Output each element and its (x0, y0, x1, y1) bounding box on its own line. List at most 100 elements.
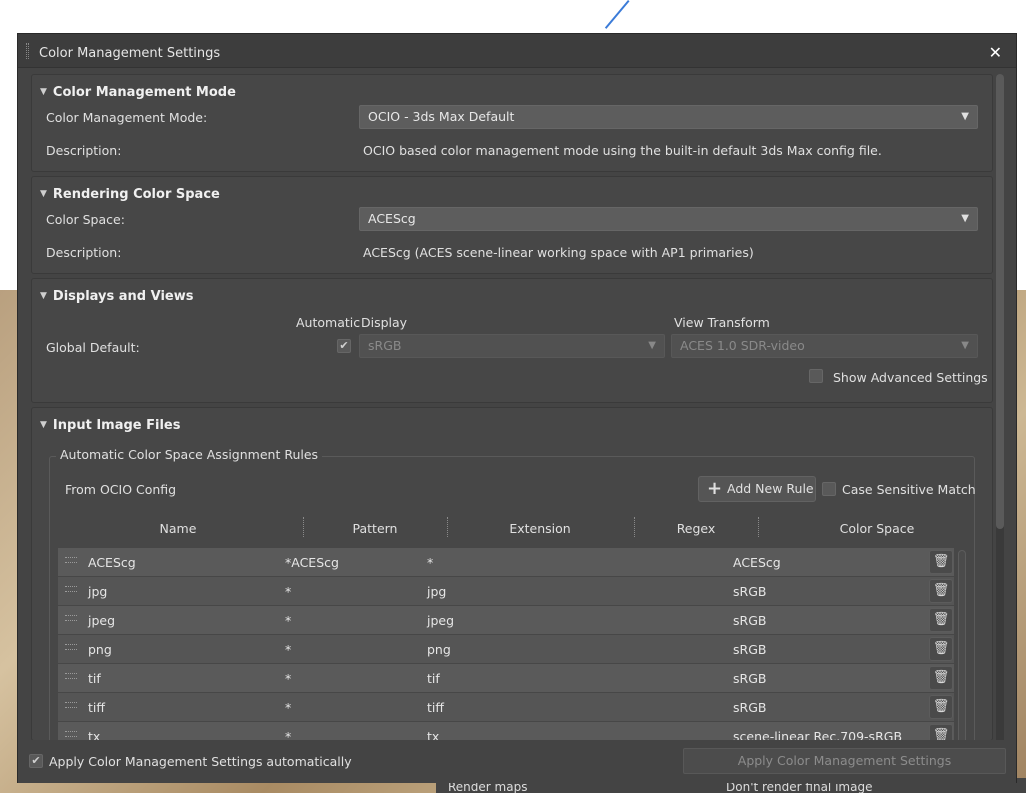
table-row[interactable]: png * png sRGB 🗑 (58, 635, 954, 664)
column-header-pattern[interactable]: Pattern (303, 521, 447, 536)
apply-settings-button[interactable]: Apply Color Management Settings (683, 748, 1006, 774)
mode-description-label: Description: (46, 143, 122, 158)
table-row[interactable]: jpeg * jpeg sRGB 🗑 (58, 606, 954, 635)
drag-handle-icon[interactable] (65, 615, 77, 621)
table-scrollbar[interactable] (958, 550, 966, 740)
automatic-column-header: Automatic (296, 315, 361, 330)
case-sensitive-checkbox[interactable] (822, 482, 836, 496)
rule-color-space: ACEScg (733, 555, 781, 570)
section-color-management-mode: ▼ Color Management Mode Color Management … (31, 74, 993, 172)
table-row[interactable]: ACEScg *ACEScg * ACEScg 🗑 (58, 548, 954, 577)
rule-extension: tiff (427, 700, 444, 715)
rule-name: jpg (88, 584, 108, 599)
rendering-description-value: ACEScg (ACES scene-linear working space … (363, 245, 754, 260)
section-title: Rendering Color Space (52, 187, 220, 202)
view-transform-dropdown[interactable]: ACES 1.0 SDR-video ▼ (671, 334, 978, 358)
rule-name: png (88, 642, 112, 657)
drag-grip-icon[interactable] (26, 43, 29, 59)
column-header-extension[interactable]: Extension (447, 521, 633, 536)
rule-name: ACEScg (88, 555, 136, 570)
rules-table-header: Name Pattern Extension Regex Color Space (58, 515, 958, 541)
color-management-dialog: Color Management Settings ✕ ▼ Color Manag… (17, 33, 1017, 783)
rule-pattern: * (285, 642, 292, 657)
section-input-image-files: ▼ Input Image Files Automatic Color Space… (31, 407, 993, 741)
mode-label: Color Management Mode: (46, 110, 208, 125)
drag-handle-icon[interactable] (65, 557, 77, 563)
rule-name: tif (88, 671, 101, 686)
drag-handle-icon[interactable] (65, 673, 77, 679)
section-rendering-color-space: ▼ Rendering Color Space Color Space: ACES… (31, 176, 993, 274)
from-ocio-config-label: From OCIO Config (65, 482, 177, 497)
rule-color-space: sRGB (733, 642, 767, 657)
mode-dropdown[interactable]: OCIO - 3ds Max Default ▼ (359, 105, 978, 129)
color-space-label: Color Space: (46, 212, 125, 227)
add-new-rule-button[interactable]: + Add New Rule (698, 476, 816, 502)
apply-automatically-checkbox[interactable]: ✔ (29, 754, 43, 768)
trash-icon[interactable]: 🗑 (929, 579, 953, 603)
rule-name: tiff (88, 700, 105, 715)
collapse-triangle-icon[interactable]: ▼ (40, 189, 47, 199)
drag-handle-icon[interactable] (65, 586, 77, 592)
collapse-triangle-icon[interactable]: ▼ (40, 291, 47, 301)
color-space-dropdown[interactable]: ACEScg ▼ (359, 207, 978, 231)
rule-extension: png (427, 642, 451, 657)
section-title: Displays and Views (52, 289, 194, 304)
trash-icon[interactable]: 🗑 (929, 666, 953, 690)
mode-dropdown-value: OCIO - 3ds Max Default (368, 109, 515, 124)
column-header-name[interactable]: Name (58, 521, 298, 536)
table-row[interactable]: tif * tif sRGB 🗑 (58, 664, 954, 693)
add-new-rule-label: Add New Rule (727, 481, 814, 496)
automatic-checkbox[interactable]: ✔ (337, 339, 351, 353)
rendering-description-label: Description: (46, 245, 122, 260)
rule-color-space: sRGB (733, 584, 767, 599)
column-header-regex[interactable]: Regex (634, 521, 758, 536)
column-header-color-space[interactable]: Color Space (758, 521, 992, 536)
section-title: Input Image Files (52, 418, 181, 433)
case-sensitive-label: Case Sensitive Match (842, 482, 976, 497)
drag-handle-icon[interactable] (65, 702, 77, 708)
table-row[interactable]: tiff * tiff sRGB 🗑 (58, 693, 954, 722)
section-header-displays[interactable]: ▼ Displays and Views (40, 289, 194, 304)
view-transform-dropdown-value: ACES 1.0 SDR-video (680, 338, 805, 353)
trash-icon[interactable]: 🗑 (929, 550, 953, 574)
chevron-down-icon: ▼ (961, 213, 969, 224)
trash-icon[interactable]: 🗑 (929, 608, 953, 632)
section-title: Color Management Mode (52, 85, 236, 100)
global-default-label: Global Default: (46, 340, 140, 355)
section-header-input[interactable]: ▼ Input Image Files (40, 418, 180, 433)
dialog-scrollbar[interactable] (996, 74, 1004, 744)
rule-pattern: * (285, 700, 292, 715)
title-bar[interactable]: Color Management Settings ✕ (18, 34, 1016, 68)
apply-automatically-label: Apply Color Management Settings automati… (49, 754, 352, 769)
rule-extension: * (427, 555, 434, 570)
section-header-mode[interactable]: ▼ Color Management Mode (40, 85, 236, 100)
drag-handle-icon[interactable] (65, 731, 77, 737)
drag-handle-icon[interactable] (65, 644, 77, 650)
display-dropdown[interactable]: sRGB ▼ (359, 334, 665, 358)
view-transform-column-header: View Transform (674, 315, 770, 330)
trash-icon[interactable]: 🗑 (929, 637, 953, 661)
rule-pattern: *ACEScg (285, 555, 339, 570)
display-column-header: Display (361, 315, 408, 330)
table-row[interactable]: tx * tx scene-linear Rec.709-sRGB 🗑 (58, 722, 954, 740)
table-row[interactable]: jpg * jpg sRGB 🗑 (58, 577, 954, 606)
section-header-rendering[interactable]: ▼ Rendering Color Space (40, 187, 220, 202)
collapse-triangle-icon[interactable]: ▼ (40, 87, 47, 97)
mode-description-value: OCIO based color management mode using t… (363, 143, 882, 158)
close-icon[interactable]: ✕ (989, 43, 1002, 62)
rule-color-space: sRGB (733, 613, 767, 628)
section-displays-and-views: ▼ Displays and Views Automatic Display Vi… (31, 278, 993, 403)
chevron-down-icon: ▼ (648, 340, 656, 351)
dialog-scrollbar-thumb[interactable] (996, 74, 1004, 529)
trash-icon[interactable]: 🗑 (929, 695, 953, 719)
trash-icon[interactable]: 🗑 (929, 724, 953, 740)
assignment-rules-title: Automatic Color Space Assignment Rules (56, 447, 323, 462)
rule-name: jpeg (88, 613, 116, 628)
rule-color-space: sRGB (733, 700, 767, 715)
plus-icon: + (707, 478, 723, 499)
collapse-triangle-icon[interactable]: ▼ (40, 420, 47, 430)
show-advanced-checkbox[interactable] (809, 369, 823, 383)
rule-extension: jpeg (427, 613, 455, 628)
chevron-down-icon: ▼ (961, 111, 969, 122)
color-space-dropdown-value: ACEScg (368, 211, 416, 226)
